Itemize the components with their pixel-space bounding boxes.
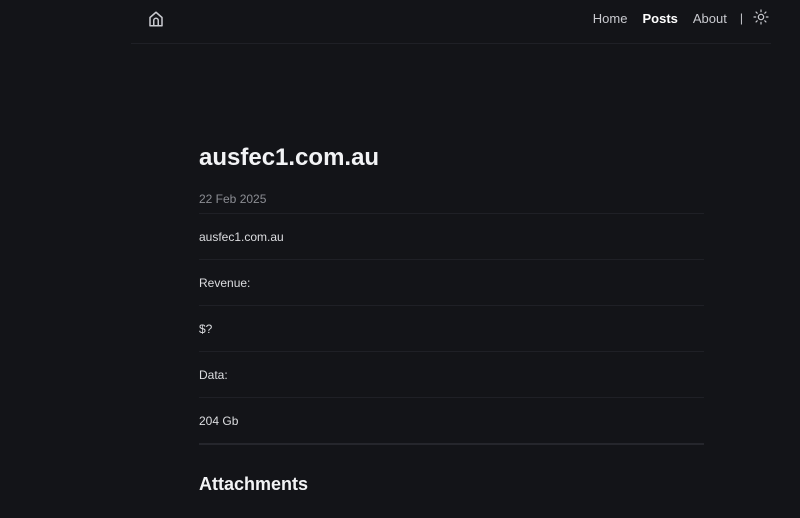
post-paragraph: ausfec1.com.au xyxy=(199,230,284,244)
post-paragraph: 204 Gb xyxy=(199,414,239,428)
divider xyxy=(199,351,704,352)
post-paragraph: $? xyxy=(199,322,213,336)
post-title: ausfec1.com.au xyxy=(199,144,380,171)
site-header: Home Posts About | xyxy=(131,0,771,44)
divider xyxy=(199,213,704,214)
main-nav: Home Posts About | xyxy=(578,0,771,36)
home-icon[interactable] xyxy=(147,10,165,28)
nav-home-link[interactable]: Home xyxy=(593,11,628,26)
divider xyxy=(199,397,704,398)
divider xyxy=(199,305,704,306)
divider xyxy=(199,259,704,260)
post-date: 22 Feb 2025 xyxy=(199,192,267,206)
nav-separator: | xyxy=(739,11,743,25)
nav-about-link[interactable]: About xyxy=(693,11,727,26)
post-paragraph: Revenue: xyxy=(199,276,251,290)
attachments-heading: Attachments xyxy=(199,474,309,494)
post-paragraph: Data: xyxy=(199,368,228,382)
divider xyxy=(199,443,704,445)
nav-posts-link[interactable]: Posts xyxy=(642,11,677,26)
sun-icon[interactable] xyxy=(753,9,771,27)
